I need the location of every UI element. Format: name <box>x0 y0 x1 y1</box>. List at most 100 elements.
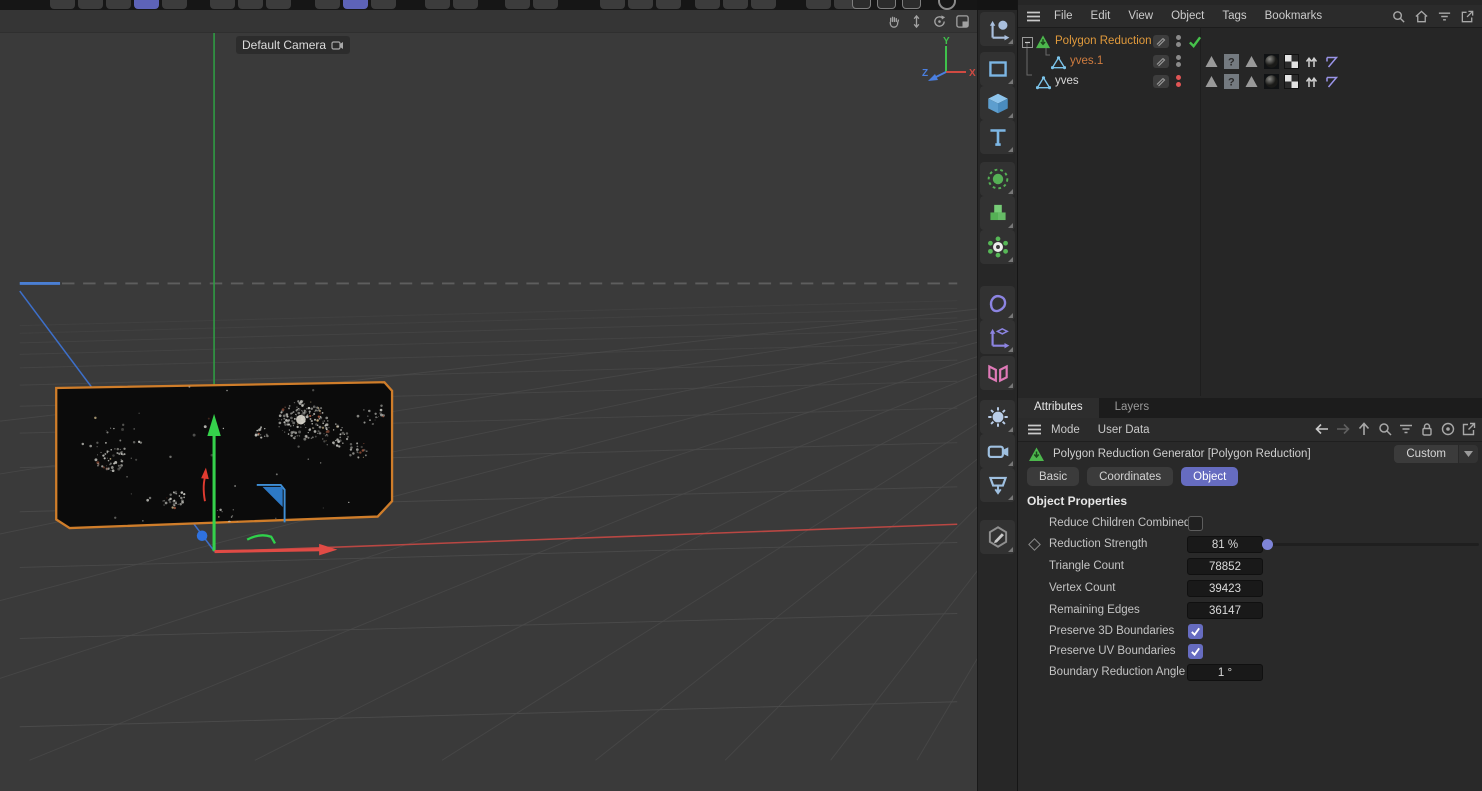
menu-object[interactable]: Object <box>1162 10 1213 22</box>
am-popout-icon[interactable] <box>1461 421 1477 437</box>
reduce-children-checkbox[interactable] <box>1188 516 1203 531</box>
lock-icon[interactable] <box>1419 421 1435 437</box>
preset-button[interactable]: Custom <box>1394 445 1458 463</box>
texture-question-tag-icon[interactable]: ? <box>1224 74 1239 89</box>
move-handle-z-ball[interactable] <box>197 530 208 541</box>
camera-label[interactable]: Default Camera <box>236 36 350 54</box>
visibility-dots[interactable] <box>1176 55 1181 67</box>
subdivision-generator-button[interactable] <box>980 162 1015 196</box>
symmetry-button[interactable] <box>980 356 1015 390</box>
polygon-reduction-icon[interactable] <box>1035 34 1051 53</box>
edit-chip-icon[interactable] <box>1153 55 1169 68</box>
remaining-edges-field[interactable]: 36147 <box>1187 602 1263 619</box>
axis-instance-button[interactable] <box>980 320 1015 354</box>
light-button[interactable] <box>980 400 1015 434</box>
triangle-count-field[interactable]: 78852 <box>1187 558 1263 575</box>
deformer-button[interactable] <box>980 230 1015 264</box>
spline-rectangle-button[interactable] <box>980 52 1015 86</box>
cube-primitive-button[interactable] <box>980 86 1015 120</box>
polygon-object-icon[interactable] <box>1051 55 1066 73</box>
tag-row[interactable]: ? <box>1204 54 1339 69</box>
tag-row[interactable]: ? <box>1204 74 1339 89</box>
uvw-tag-icon[interactable] <box>1304 74 1319 89</box>
history-back-icon[interactable] <box>1314 421 1330 437</box>
om-filter-icon[interactable] <box>1436 8 1452 24</box>
tab-object[interactable]: Object <box>1181 467 1238 486</box>
visibility-dots[interactable] <box>1176 75 1181 87</box>
alpha-checker-tag-icon[interactable] <box>1284 54 1299 69</box>
am-hamburger-icon[interactable] <box>1027 423 1042 436</box>
polygon-tag-icon[interactable] <box>1244 74 1259 89</box>
enabled-check-icon[interactable] <box>1188 35 1202 51</box>
phong-tag-icon[interactable] <box>1324 74 1339 89</box>
slider-knob[interactable] <box>1262 539 1273 550</box>
menu-view[interactable]: View <box>1119 10 1162 22</box>
om-search-icon[interactable] <box>1390 8 1406 24</box>
text-tool-button[interactable] <box>980 120 1015 154</box>
object-name[interactable]: Polygon Reduction <box>1055 35 1152 47</box>
reduction-strength-field[interactable]: 81 % <box>1187 536 1263 553</box>
am-filter-icon[interactable] <box>1398 421 1414 437</box>
om-home-icon[interactable] <box>1413 8 1429 24</box>
polygon-tag-icon[interactable] <box>1204 54 1219 69</box>
menu-mode[interactable]: Mode <box>1042 424 1089 436</box>
move-tool-button[interactable] <box>980 12 1015 46</box>
vertex-count-field[interactable]: 39423 <box>1187 580 1263 597</box>
edit-modeling-button[interactable] <box>980 520 1015 554</box>
object-name[interactable]: yves <box>1055 75 1079 87</box>
material-tag-icon[interactable] <box>1264 54 1279 69</box>
tab-basic[interactable]: Basic <box>1027 467 1079 486</box>
group-title[interactable]: Object Properties <box>1027 494 1127 508</box>
material-tag-icon[interactable] <box>1264 74 1279 89</box>
edit-chip-icon[interactable] <box>1153 75 1169 88</box>
move-handle-x-arrow[interactable] <box>319 544 337 556</box>
polygon-tag-icon[interactable] <box>1204 74 1219 89</box>
viewport-3d[interactable]: Default Camera Y X <box>0 10 977 791</box>
tree-collapse-box[interactable] <box>1022 37 1033 48</box>
object-row-polygon-reduction[interactable]: Polygon Reduction <box>1018 32 1482 52</box>
dolly-icon[interactable] <box>908 13 925 30</box>
preserve-uv-checkbox[interactable] <box>1188 644 1203 659</box>
object-manager-tree[interactable]: Polygon Reduction yves.1 ? <box>1018 28 1482 396</box>
spline-pen-button[interactable] <box>980 286 1015 320</box>
om-popout-icon[interactable] <box>1459 8 1475 24</box>
keyframe-diamond-icon[interactable] <box>1028 538 1041 551</box>
move-handle-x[interactable] <box>215 550 321 552</box>
preserve-3d-checkbox[interactable] <box>1188 624 1203 639</box>
visibility-dots[interactable] <box>1176 35 1181 47</box>
stage-floor-button[interactable] <box>980 468 1015 502</box>
object-name[interactable]: yves.1 <box>1070 55 1103 67</box>
tab-attributes[interactable]: Attributes <box>1018 398 1099 418</box>
alpha-checker-tag-icon[interactable] <box>1284 74 1299 89</box>
polygon-tag-icon[interactable] <box>1244 54 1259 69</box>
camera-switch-icon[interactable] <box>331 40 344 51</box>
om-hamburger-icon[interactable] <box>1026 10 1041 23</box>
reduction-strength-slider[interactable] <box>1267 543 1479 546</box>
menu-file[interactable]: File <box>1045 10 1082 22</box>
menu-user-data[interactable]: User Data <box>1089 424 1159 436</box>
texture-question-tag-icon[interactable]: ? <box>1224 54 1239 69</box>
preset-dropdown-arrow[interactable] <box>1459 445 1478 463</box>
maximize-view-icon[interactable] <box>954 13 971 30</box>
volume-builder-button[interactable] <box>980 196 1015 230</box>
menu-edit[interactable]: Edit <box>1082 10 1120 22</box>
tab-coordinates[interactable]: Coordinates <box>1087 467 1173 486</box>
history-forward-icon[interactable] <box>1335 421 1351 437</box>
selected-object[interactable] <box>56 382 392 528</box>
camera-object-button[interactable] <box>980 434 1015 468</box>
rotate-icon[interactable] <box>931 13 948 30</box>
polygon-object-icon[interactable] <box>1036 75 1051 93</box>
boundary-angle-field[interactable]: 1 ° <box>1187 664 1263 681</box>
phong-tag-icon[interactable] <box>1324 54 1339 69</box>
pan-hand-icon[interactable] <box>885 13 902 30</box>
tab-layers[interactable]: Layers <box>1099 398 1166 418</box>
am-search-icon[interactable] <box>1377 421 1393 437</box>
edit-chip-icon[interactable] <box>1153 35 1169 48</box>
target-icon[interactable] <box>1440 421 1456 437</box>
menu-bookmarks[interactable]: Bookmarks <box>1256 10 1332 22</box>
object-row-yves1[interactable]: yves.1 ? <box>1018 52 1482 72</box>
uvw-tag-icon[interactable] <box>1304 54 1319 69</box>
parent-up-icon[interactable] <box>1356 421 1372 437</box>
menu-tags[interactable]: Tags <box>1213 10 1255 22</box>
object-row-yves[interactable]: yves ? <box>1018 72 1482 92</box>
